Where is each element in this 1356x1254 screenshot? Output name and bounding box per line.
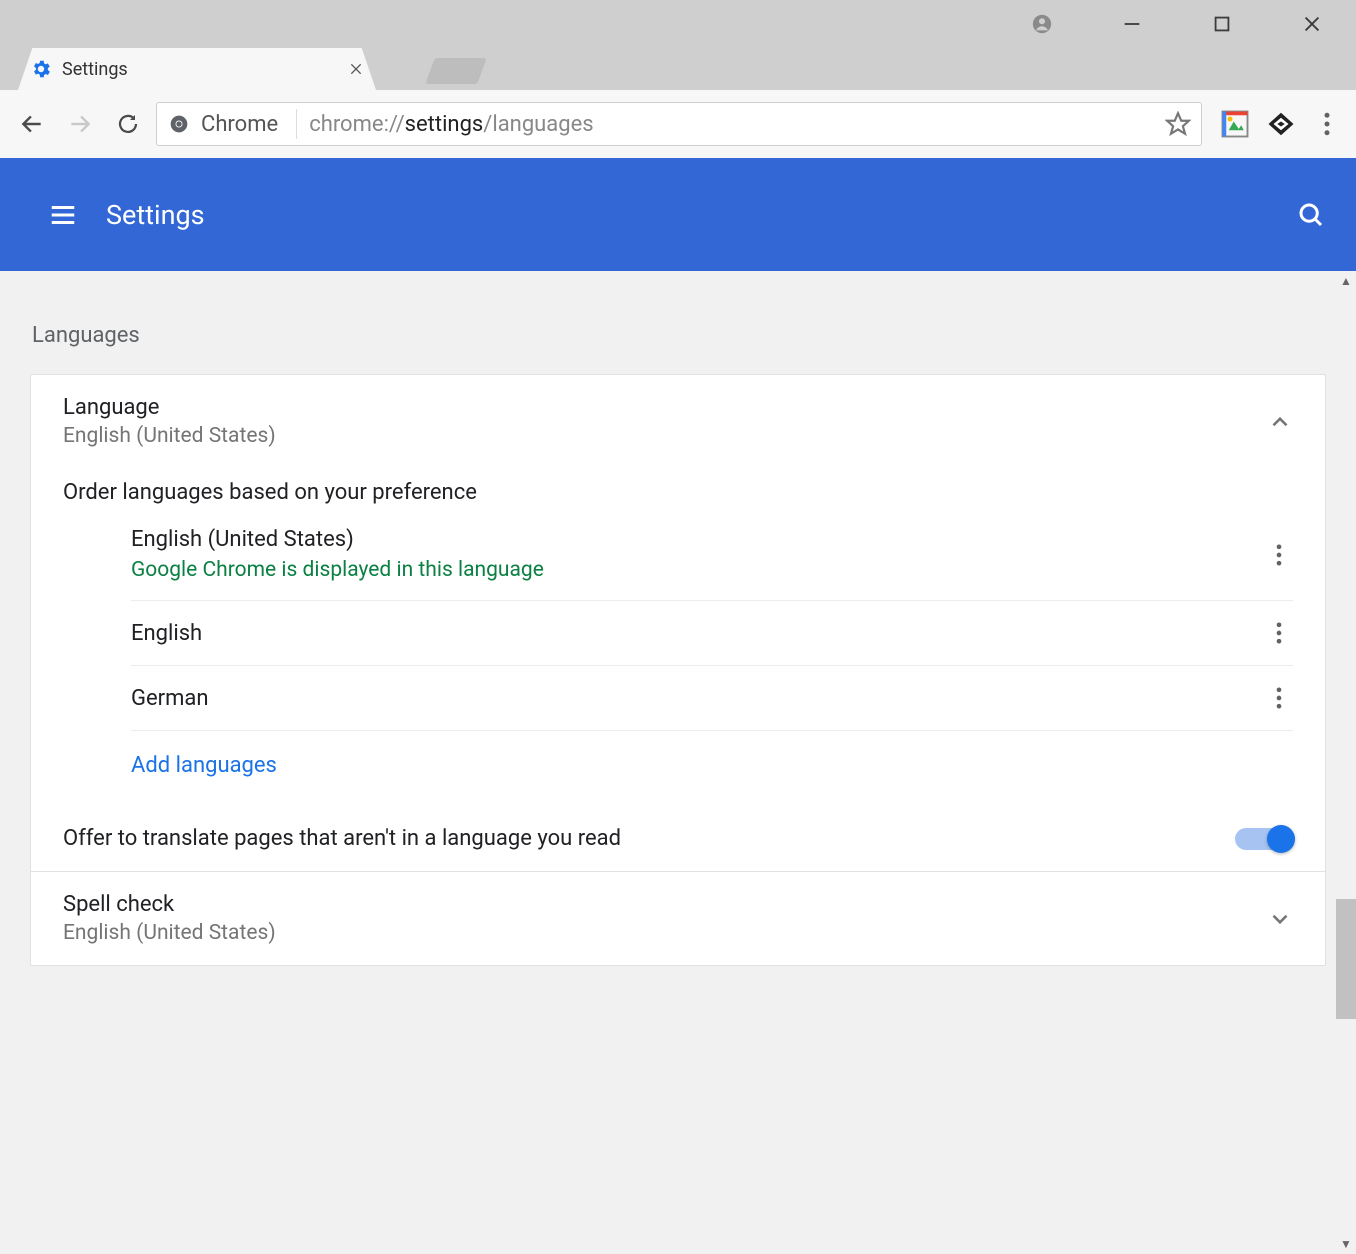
scroll-down-arrow[interactable]: ▼ [1336,1234,1356,1254]
header-title: Settings [106,199,205,231]
browser-toolbar: Chrome chrome://settings/languages [0,90,1356,158]
forward-button [60,104,100,144]
translate-toggle-row: Offer to translate pages that aren't in … [31,806,1325,871]
scroll-up-arrow[interactable]: ▲ [1336,271,1356,291]
settings-header: Settings [0,158,1356,271]
content-area: Languages Language English (United State… [0,271,1356,1254]
extension-icon-1[interactable] [1220,109,1250,139]
tab-strip: Settings [0,48,1356,90]
window-close[interactable] [1292,4,1332,44]
more-menu-icon[interactable] [1265,541,1293,569]
back-button[interactable] [12,104,52,144]
translate-label: Offer to translate pages that aren't in … [63,826,1235,851]
reload-button[interactable] [108,104,148,144]
address-separator [296,109,297,139]
language-panel-subtitle: English (United States) [63,424,1267,448]
window-minimize[interactable] [1112,4,1152,44]
spellcheck-title: Spell check [63,892,1267,917]
language-name: German [131,686,1265,711]
add-languages-link[interactable]: Add languages [131,731,1293,806]
languages-card: Language English (United States) Order l… [30,374,1326,966]
language-item: English [131,601,1293,666]
spellcheck-summary-row[interactable]: Spell check English (United States) [31,872,1325,965]
window-maximize[interactable] [1202,4,1242,44]
chrome-icon [169,114,189,134]
language-item: English (United States) Google Chrome is… [131,509,1293,601]
extension-icon-2[interactable] [1266,109,1296,139]
translate-toggle[interactable] [1235,828,1293,850]
new-tab-button[interactable] [425,58,486,84]
language-name: English (United States) [131,527,1265,552]
scroll-thumb[interactable] [1336,899,1356,1019]
tab-title: Settings [62,59,338,80]
gear-icon [30,58,52,80]
browser-menu-icon[interactable] [1312,109,1342,139]
browser-tab-active[interactable]: Settings [18,48,376,90]
more-menu-icon[interactable] [1265,619,1293,647]
more-menu-icon[interactable] [1265,684,1293,712]
language-panel-title: Language [63,395,1267,420]
profile-icon[interactable] [1022,4,1062,44]
bookmark-star-icon[interactable] [1165,111,1191,137]
language-summary-row[interactable]: Language English (United States) [31,375,1325,468]
language-item: German [131,666,1293,731]
menu-icon[interactable] [48,200,78,230]
section-title: Languages [0,323,1356,348]
extensions-area [1210,109,1344,139]
address-url: chrome://settings/languages [309,112,593,137]
language-helper-text: Order languages based on your preference [31,468,1325,509]
window-titlebar [0,0,1356,48]
vertical-scrollbar[interactable]: ▲ ▼ [1336,271,1356,1254]
spellcheck-subtitle: English (United States) [63,921,1267,945]
chevron-down-icon [1267,906,1293,932]
language-note: Google Chrome is displayed in this langu… [131,558,1265,582]
address-origin-label: Chrome [201,112,278,137]
language-list: English (United States) Google Chrome is… [31,509,1325,806]
search-icon[interactable] [1296,200,1326,230]
chevron-up-icon [1267,409,1293,435]
close-tab-icon[interactable] [348,61,364,77]
address-bar[interactable]: Chrome chrome://settings/languages [156,102,1202,146]
language-name: English [131,621,1265,646]
